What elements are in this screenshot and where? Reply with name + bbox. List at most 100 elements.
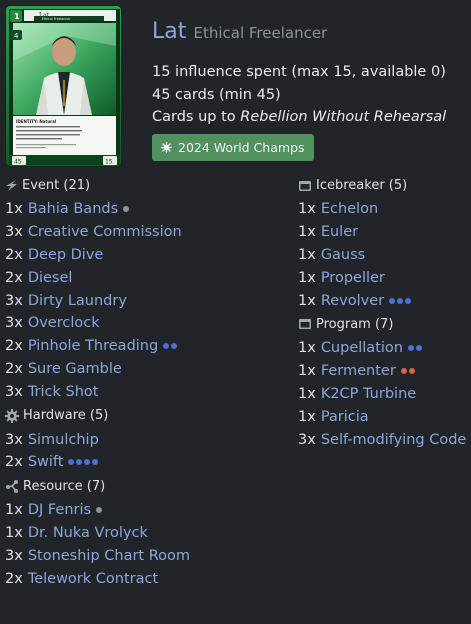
card-qty: 1x bbox=[5, 524, 23, 541]
world-champs-badge[interactable]: 2024 World Champs bbox=[152, 133, 314, 161]
section-title: Program (7) bbox=[316, 316, 394, 332]
card-row: 2x Sure Gamble bbox=[5, 358, 293, 381]
identity-title: Lat Ethical Freelancer bbox=[152, 19, 467, 51]
card-illustration: Lat Ethical Freelancer 1 4 IDENTITY: Nat… bbox=[6, 6, 121, 166]
card-qty: 3x bbox=[5, 547, 23, 564]
card-link[interactable]: Swift bbox=[28, 454, 64, 470]
card-qty: 2x bbox=[5, 338, 23, 355]
card-qty: 1x bbox=[298, 292, 316, 309]
card-link[interactable]: Stoneship Chart Room bbox=[28, 548, 190, 564]
card-link[interactable]: Trick Shot bbox=[28, 384, 99, 400]
deck-list-left: Event (21) 1x Bahia Bands 3x Creative Comm… bbox=[5, 176, 293, 590]
influence-dots bbox=[68, 459, 99, 466]
card-link[interactable]: Gauss bbox=[321, 247, 365, 263]
card-qty: 1x bbox=[298, 408, 316, 425]
program-window-icon bbox=[299, 319, 311, 330]
deck-view: Lat Ethical Freelancer 1 4 IDENTITY: Nat… bbox=[0, 0, 471, 624]
card-subtitle-text: Ethical Freelancer bbox=[42, 17, 71, 21]
card-qty: 3x bbox=[5, 292, 23, 309]
influence-dots bbox=[400, 368, 415, 375]
card-link[interactable]: DJ Fenris bbox=[28, 502, 91, 518]
card-row: 1x Euler bbox=[298, 221, 470, 244]
card-row: 1x Revolver bbox=[298, 289, 470, 312]
program-window-icon bbox=[299, 180, 311, 191]
section-icebreaker-header: Icebreaker (5) bbox=[298, 176, 470, 195]
card-row: 1x Propeller bbox=[298, 266, 470, 289]
card-link: 4 bbox=[14, 32, 19, 40]
section-title: Event (21) bbox=[22, 178, 91, 193]
legality-set: Rebellion Without Rehearsal bbox=[240, 109, 447, 125]
card-link[interactable]: Dr. Nuka Vrolyck bbox=[28, 525, 148, 541]
card-qty: 1x bbox=[298, 340, 316, 357]
card-link[interactable]: Bahia Bands bbox=[28, 201, 118, 217]
card-link[interactable]: Echelon bbox=[321, 201, 378, 217]
card-link[interactable]: Deep Dive bbox=[28, 247, 104, 263]
card-row: 1x DJ Fenris bbox=[5, 499, 293, 522]
card-link[interactable]: Revolver bbox=[321, 293, 384, 309]
card-deck-size: 45 bbox=[14, 159, 22, 166]
card-qty: 1x bbox=[298, 385, 316, 402]
identity-info: Lat Ethical Freelancer 15 influence spen… bbox=[152, 19, 467, 161]
card-link[interactable]: Diesel bbox=[28, 270, 73, 286]
influence-dots bbox=[123, 206, 130, 213]
card-link[interactable]: Overclock bbox=[28, 315, 100, 331]
card-link[interactable]: Paricia bbox=[321, 409, 369, 425]
card-row: 3x Dirty Laundry bbox=[5, 289, 293, 312]
section-title: Resource (7) bbox=[23, 478, 106, 494]
section-program-header: Program (7) bbox=[298, 315, 470, 334]
card-row: 3x Creative Commission bbox=[5, 221, 293, 244]
card-link[interactable]: Pinhole Threading bbox=[28, 338, 158, 354]
section-title: Hardware (5) bbox=[23, 408, 109, 424]
influence-dot bbox=[405, 297, 412, 304]
card-row: 3x Self-modifying Code bbox=[298, 428, 470, 451]
card-link[interactable]: Dirty Laundry bbox=[28, 293, 127, 309]
influence-dots bbox=[407, 345, 422, 352]
card-qty: 1x bbox=[298, 269, 316, 286]
section-hardware-header: Hardware (5) bbox=[5, 406, 293, 425]
card-count-summary: 45 cards (min 45) bbox=[152, 86, 281, 103]
card-link[interactable]: Sure Gamble bbox=[28, 361, 122, 377]
card-row: 1x Echelon bbox=[298, 198, 470, 221]
card-link[interactable]: Cupellation bbox=[321, 340, 403, 356]
card-qty: 1x bbox=[298, 246, 316, 263]
card-qty: 3x bbox=[298, 431, 316, 448]
card-qty: 1x bbox=[298, 363, 316, 380]
identity-name[interactable]: Lat bbox=[152, 19, 186, 44]
card-link[interactable]: Creative Commission bbox=[28, 224, 182, 240]
card-row: 2x Pinhole Threading bbox=[5, 335, 293, 358]
influence-dot bbox=[389, 297, 396, 304]
card-link[interactable]: Telework Contract bbox=[28, 571, 158, 587]
card-qty: 1x bbox=[5, 502, 23, 519]
card-qty: 1x bbox=[5, 201, 23, 218]
card-qty: 2x bbox=[5, 246, 23, 263]
card-row: 3x Simulchip bbox=[5, 428, 293, 451]
card-row: 2x Swift bbox=[5, 451, 293, 474]
card-link[interactable]: K2CP Turbine bbox=[321, 386, 416, 402]
resource-nodes-icon bbox=[6, 480, 18, 494]
influence-dots bbox=[389, 297, 412, 304]
influence-dot bbox=[84, 459, 91, 466]
card-influence: 15 bbox=[105, 159, 113, 166]
card-row: 3x Overclock bbox=[5, 312, 293, 335]
influence-dot bbox=[407, 345, 414, 352]
card-qty: 2x bbox=[5, 454, 23, 471]
lightning-icon bbox=[6, 180, 17, 191]
card-link[interactable]: Propeller bbox=[321, 270, 385, 286]
card-row: 1x Gauss bbox=[298, 244, 470, 267]
influence-dot bbox=[163, 343, 170, 350]
section-title: Icebreaker (5) bbox=[316, 178, 408, 193]
card-link[interactable]: Simulchip bbox=[28, 432, 99, 448]
identity-card-image[interactable]: Lat Ethical Freelancer 1 4 IDENTITY: Nat… bbox=[5, 5, 122, 167]
influence-dot bbox=[96, 507, 103, 514]
section-resource-header: Resource (7) bbox=[5, 477, 293, 496]
card-link[interactable]: Fermenter bbox=[321, 363, 396, 379]
card-row: 1x Fermenter bbox=[298, 360, 470, 383]
influence-dot bbox=[397, 297, 404, 304]
legality-summary: Cards up to Rebellion Without Rehearsal bbox=[152, 106, 467, 129]
card-link[interactable]: Self-modifying Code bbox=[321, 432, 467, 448]
card-row: 3x Trick Shot bbox=[5, 380, 293, 403]
card-qty: 3x bbox=[5, 431, 23, 448]
card-cost: 1 bbox=[14, 12, 20, 21]
badge-label: 2024 World Champs bbox=[178, 139, 305, 155]
card-link[interactable]: Euler bbox=[321, 224, 358, 240]
